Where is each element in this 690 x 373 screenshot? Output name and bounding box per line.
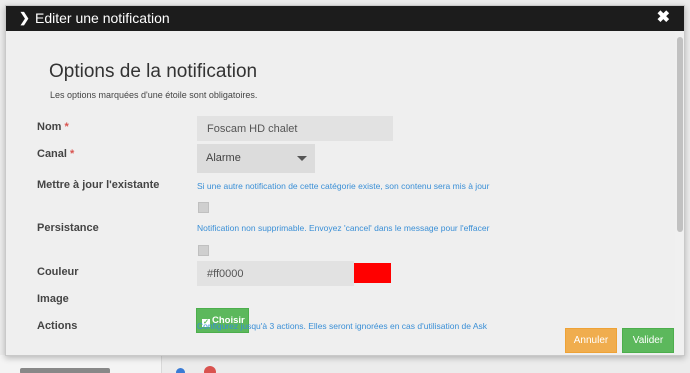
- section-subheading: Les options marquées d'une étoile sont o…: [50, 90, 258, 100]
- validate-button[interactable]: Valider: [622, 328, 674, 353]
- background-red-icon: [204, 366, 216, 373]
- required-mark: *: [64, 121, 69, 133]
- color-swatch[interactable]: [354, 263, 391, 283]
- modal-title: Editer une notification: [35, 10, 170, 26]
- scrollbar-thumb[interactable]: [677, 37, 683, 232]
- color-input[interactable]: #ff0000: [197, 261, 354, 286]
- nom-label: Nom *: [37, 121, 69, 134]
- modal-titlebar: ❯ Editer une notification ✖: [6, 6, 684, 31]
- canal-label-text: Canal: [37, 148, 67, 160]
- image-label: Image: [37, 293, 69, 305]
- update-existing-label: Mettre à jour l'existante: [37, 179, 160, 191]
- required-mark: *: [70, 148, 75, 160]
- chevron-right-icon: ❯: [19, 10, 30, 25]
- color-label: Couleur: [37, 266, 79, 278]
- modal-body: Options de la notification Les options m…: [6, 31, 675, 355]
- chevron-down-icon: [297, 156, 307, 161]
- persistence-checkbox[interactable]: [198, 245, 209, 256]
- canal-select[interactable]: Alarme: [197, 144, 315, 173]
- canal-select-value: Alarme: [206, 152, 241, 164]
- canal-label: Canal *: [37, 148, 74, 161]
- persistence-label: Persistance: [37, 222, 99, 234]
- actions-label: Actions: [37, 320, 78, 332]
- persistence-help: Notification non supprimable. Envoyez 'c…: [197, 223, 490, 233]
- background-blue-icon: [176, 368, 185, 373]
- nom-input[interactable]: Foscam HD chalet: [197, 116, 393, 141]
- edit-notification-modal: ❯ Editer une notification ✖ Options de l…: [5, 5, 685, 356]
- close-icon[interactable]: ✖: [657, 9, 670, 27]
- background-sidebar-item: [20, 368, 110, 373]
- nom-label-text: Nom: [37, 121, 62, 133]
- update-existing-checkbox[interactable]: [198, 202, 209, 213]
- cancel-button[interactable]: Annuler: [565, 328, 617, 353]
- section-heading: Options de la notification: [49, 61, 258, 82]
- modal-scrollbar[interactable]: [675, 31, 684, 355]
- update-existing-help: Si une autre notification de cette catég…: [197, 181, 490, 191]
- actions-help: Configurez jusqu'à 3 actions. Elles sero…: [197, 321, 488, 331]
